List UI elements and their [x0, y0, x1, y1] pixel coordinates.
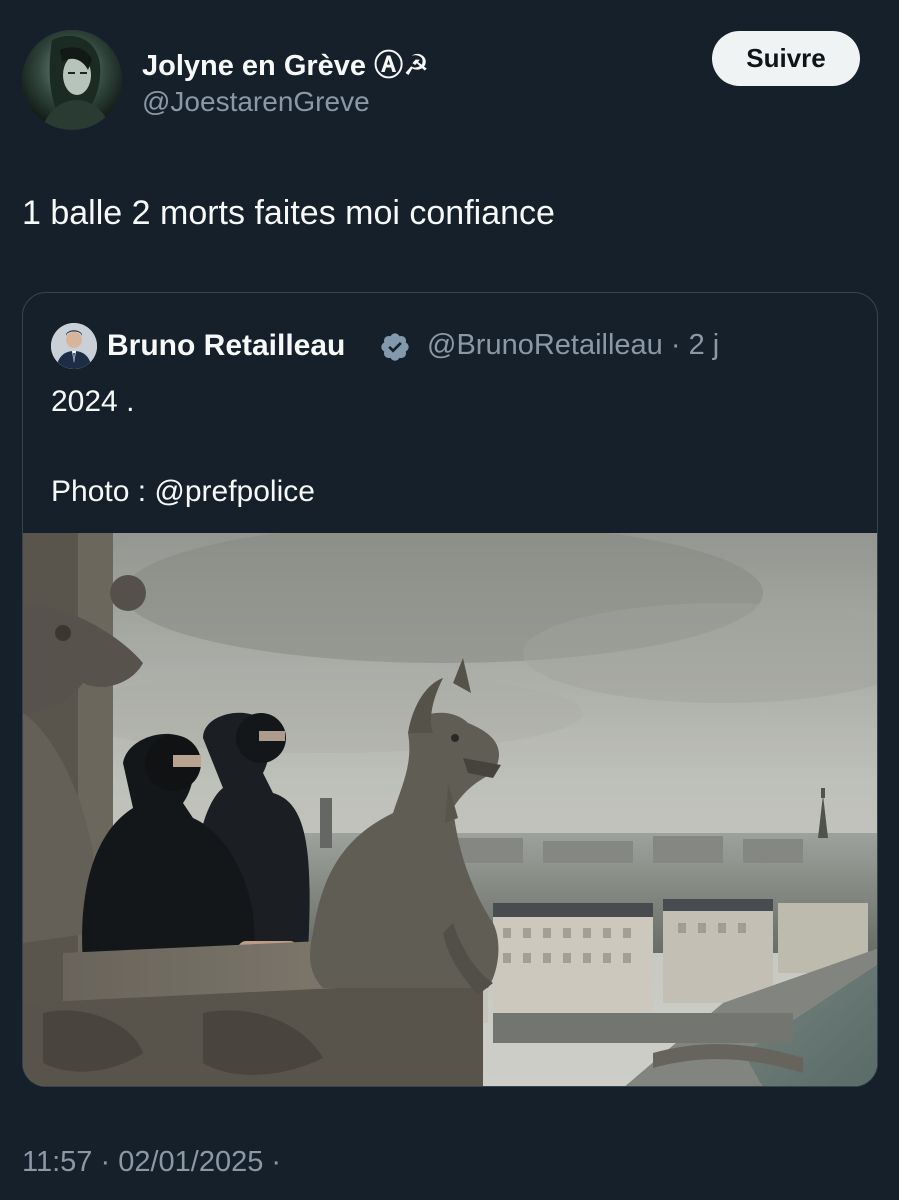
quoted-author-name[interactable]: Bruno Retailleau: [107, 329, 345, 363]
verified-badge-icon: [381, 333, 409, 361]
quoted-author-handle[interactable]: @BrunoRetailleau · 2 j: [427, 329, 719, 362]
tweet-view: Jolyne en Grève Ⓐ☭ @JoestarenGreve Suivr…: [0, 0, 899, 1200]
follow-button[interactable]: Suivre: [712, 31, 860, 86]
tweet-text: 1 balle 2 morts faites moi confiance: [22, 194, 555, 232]
quoted-tweet-photo[interactable]: [23, 533, 877, 1086]
author-avatar[interactable]: [22, 30, 122, 130]
quoted-text-line-2: Photo : @prefpolice: [51, 475, 315, 508]
tweet-timestamp[interactable]: 11:57 · 02/01/2025 ·: [22, 1146, 281, 1179]
quoted-text-line-1: 2024 .: [51, 385, 135, 418]
quoted-author-avatar[interactable]: [51, 323, 97, 369]
author-display-name[interactable]: Jolyne en Grève Ⓐ☭: [142, 42, 429, 84]
quoted-tweet[interactable]: Bruno Retailleau @BrunoRetailleau · 2 j …: [22, 292, 878, 1087]
author-handle[interactable]: @JoestarenGreve: [142, 86, 370, 118]
